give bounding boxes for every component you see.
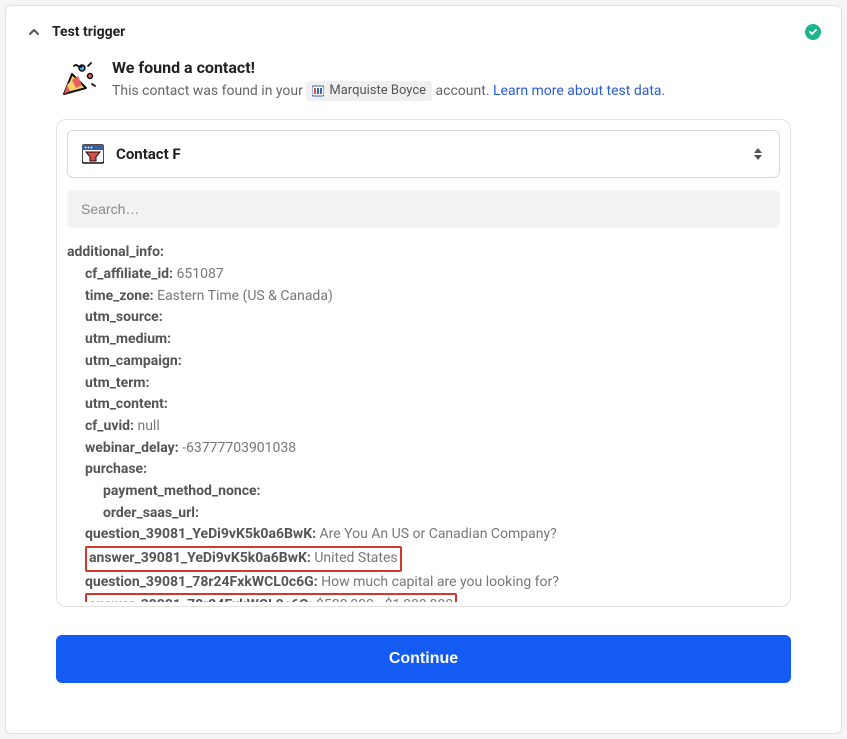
data-key: cf_uvid: [85, 418, 134, 434]
data-key: purchase: [85, 461, 147, 477]
data-key: utm_term: [85, 375, 149, 391]
data-row: time_zone: Eastern Time (US & Canada) [67, 286, 776, 308]
record-selector[interactable]: Contact F [67, 130, 780, 178]
data-row: webinar_delay: -63777703901038 [67, 438, 776, 460]
data-key: utm_source: [85, 309, 163, 325]
search-input[interactable] [67, 190, 780, 228]
data-value: null [134, 418, 160, 434]
data-row: order_saas_url: [67, 503, 776, 525]
account-name: Marquiste Boyce [329, 82, 426, 100]
data-key: question_39081_YeDi9vK5k0a6BwK: [85, 526, 316, 542]
data-key: order_saas_url: [103, 505, 199, 521]
found-subtitle: This contact was found in your Marquiste… [112, 81, 665, 101]
data-key: time_zone: [85, 288, 154, 304]
continue-button[interactable]: Continue [56, 635, 791, 683]
collapse-chevron-icon[interactable] [26, 24, 42, 40]
record-data-list[interactable]: additional_info:cf_affiliate_id: 651087t… [67, 242, 780, 602]
data-key: answer_39081_78r24FxkWCL0c6G: [89, 597, 313, 602]
data-value: Eastern Time (US & Canada) [154, 288, 333, 304]
data-row: answer_39081_YeDi9vK5k0a6BwK: United Sta… [67, 546, 776, 572]
panel-title: Test trigger [52, 24, 125, 40]
data-key: answer_39081_YeDi9vK5k0a6BwK: [89, 550, 311, 566]
highlighted-row: answer_39081_YeDi9vK5k0a6BwK: United Sta… [85, 546, 402, 572]
search-wrap [67, 190, 780, 228]
record-card: Contact F additional_info: cf_affiliate_i… [56, 119, 791, 607]
learn-more-link[interactable]: Learn more about test data. [493, 83, 665, 99]
data-value: How much capital are you looking for? [318, 574, 559, 590]
data-value: $500,000 - $1,000,000 [313, 597, 454, 602]
data-key: utm_campaign: [85, 353, 182, 369]
data-key: additional_info: [67, 244, 164, 260]
data-value: 651087 [173, 266, 224, 282]
data-row: question_39081_YeDi9vK5k0a6BwK: Are You … [67, 524, 776, 546]
record-selector-label: Contact F [116, 145, 741, 163]
found-prefix: This contact was found in your [112, 83, 303, 99]
data-row: payment_method_nonce: [67, 481, 776, 503]
data-value: Are You An US or Canadian Company? [316, 526, 557, 542]
account-chip[interactable]: Marquiste Boyce [306, 81, 432, 101]
test-trigger-panel: Test trigger We found a contact! This co… [5, 5, 842, 734]
clickfunnels-icon [82, 143, 104, 165]
data-row: question_39081_78r24FxkWCL0c6G: How much… [67, 572, 776, 594]
party-popper-icon [56, 58, 98, 100]
found-contact-text: We found a contact! This contact was fou… [112, 58, 665, 101]
data-key: utm_medium: [85, 331, 171, 347]
data-key: webinar_delay: [85, 440, 179, 456]
data-row: additional_info: [67, 242, 776, 264]
success-check-icon [805, 24, 821, 40]
data-row: cf_affiliate_id: 651087 [67, 264, 776, 286]
data-key: cf_affiliate_id: [85, 266, 173, 282]
data-row: utm_content: [67, 394, 776, 416]
data-row: utm_campaign: [67, 351, 776, 373]
found-suffix: account. [436, 83, 490, 99]
data-key: utm_content: [85, 396, 168, 412]
data-row: utm_source: [67, 307, 776, 329]
data-value: United States [311, 550, 398, 566]
data-row: utm_term: [67, 373, 776, 395]
data-value: -63777703901038 [179, 440, 297, 456]
panel-header: Test trigger [26, 24, 821, 40]
data-row: cf_uvid: null [67, 416, 776, 438]
data-row: utm_medium: [67, 329, 776, 351]
data-row: answer_39081_78r24FxkWCL0c6G: $500,000 -… [67, 593, 776, 602]
sort-arrows-icon [753, 146, 765, 162]
data-key: question_39081_78r24FxkWCL0c6G: [85, 574, 318, 590]
data-key: payment_method_nonce: [103, 483, 261, 499]
highlighted-row: answer_39081_78r24FxkWCL0c6G: $500,000 -… [85, 593, 457, 602]
found-contact-block: We found a contact! This contact was fou… [56, 58, 821, 101]
found-title: We found a contact! [112, 58, 665, 77]
clickfunnels-mini-icon [312, 85, 324, 97]
data-row: purchase: [67, 459, 776, 481]
